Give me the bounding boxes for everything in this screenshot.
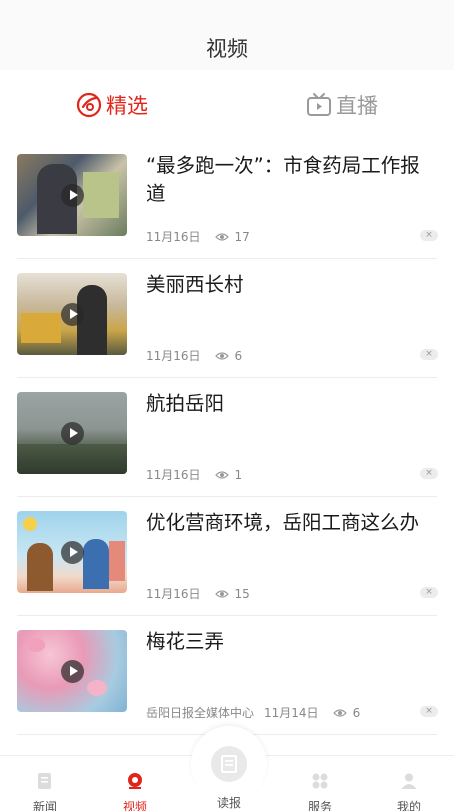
video-thumbnail[interactable] (17, 392, 127, 474)
video-date: 11月16日 (146, 230, 201, 244)
video-date: 11月16日 (146, 468, 201, 482)
video-icon (128, 773, 142, 789)
video-title: “最多跑一次”：市食药局工作报道 (146, 154, 420, 205)
view-count: 6 (352, 705, 361, 720)
video-date: 11月16日 (146, 587, 201, 601)
video-thumbnail[interactable] (17, 273, 127, 355)
eye-icon (214, 351, 229, 360)
view-count: 15 (234, 586, 250, 601)
video-date: 11月14日 (264, 706, 319, 720)
video-thumbnail[interactable] (17, 154, 127, 236)
nav-profile-label: 我的 (396, 800, 421, 811)
nav-newspaper-button[interactable] (191, 726, 267, 802)
video-title: 航拍岳阳 (146, 392, 225, 415)
video-title: 优化营商环境，岳阳工商这么办 (146, 511, 420, 534)
list-item[interactable]: 航拍岳阳 11月16日 1 × (0, 378, 454, 497)
nav-profile[interactable]: 我的 (364, 756, 454, 811)
newspaper-icon (211, 746, 247, 782)
tab-live-label: 直播 (336, 94, 378, 118)
nav-video[interactable]: 视频 (90, 756, 180, 811)
dismiss-icon[interactable]: × (420, 587, 438, 598)
nav-services-label: 服务 (307, 800, 332, 811)
eye-icon (214, 470, 229, 479)
video-meta: 11月16日 1 (146, 466, 242, 483)
eye-icon (214, 232, 229, 241)
nav-news-label: 新闻 (32, 800, 57, 811)
video-title: 梅花三弄 (146, 630, 225, 653)
nav-services[interactable]: 服务 (275, 756, 365, 811)
play-icon (61, 422, 84, 445)
list-item[interactable]: 梅花三弄 岳阳日报全媒体中心 11月14日 6 × (0, 616, 454, 735)
tv-icon (307, 93, 331, 116)
dismiss-icon[interactable]: × (420, 230, 438, 241)
tab-featured-label: 精选 (106, 94, 148, 118)
nav-video-label: 视频 (122, 800, 147, 811)
video-meta: 11月16日 6 (146, 347, 242, 364)
services-icon (312, 773, 328, 789)
dismiss-icon[interactable]: × (420, 706, 438, 717)
eye-icon (214, 589, 229, 598)
video-title: 美丽西长村 (146, 273, 244, 296)
video-date: 11月16日 (146, 349, 201, 363)
profile-icon (401, 773, 417, 789)
play-icon (61, 303, 84, 326)
dismiss-icon[interactable]: × (420, 468, 438, 479)
top-header: 视频 (0, 0, 454, 70)
eye-icon (332, 708, 347, 717)
view-count: 17 (234, 229, 250, 244)
nav-newspaper-label: 读报 (216, 796, 241, 810)
video-meta: 11月16日 15 (146, 585, 250, 602)
video-thumbnail[interactable] (17, 511, 127, 593)
video-thumbnail[interactable] (17, 630, 127, 712)
nav-news[interactable]: 新闻 (0, 756, 90, 811)
video-source: 岳阳日报全媒体中心 (146, 706, 255, 720)
news-icon (38, 773, 51, 789)
view-count: 6 (234, 348, 243, 363)
video-meta: 岳阳日报全媒体中心 11月14日 6 (146, 704, 360, 721)
list-item[interactable]: 美丽西长村 11月16日 6 × (0, 259, 454, 378)
featured-icon (76, 92, 102, 118)
play-icon (61, 660, 84, 683)
view-count: 1 (234, 467, 243, 482)
tab-live[interactable]: 直播 (306, 90, 378, 120)
tab-bar: 精选 直播 (0, 70, 454, 140)
list-item[interactable]: “最多跑一次”：市食药局工作报道 11月16日 17 × (0, 140, 454, 259)
dismiss-icon[interactable]: × (420, 349, 438, 360)
play-icon (61, 541, 84, 564)
list-item[interactable]: 优化营商环境，岳阳工商这么办 11月16日 15 × (0, 497, 454, 616)
play-icon (61, 184, 84, 207)
page-title: 视频 (206, 37, 248, 61)
video-meta: 11月16日 17 (146, 228, 250, 245)
tab-featured[interactable]: 精选 (76, 90, 148, 120)
